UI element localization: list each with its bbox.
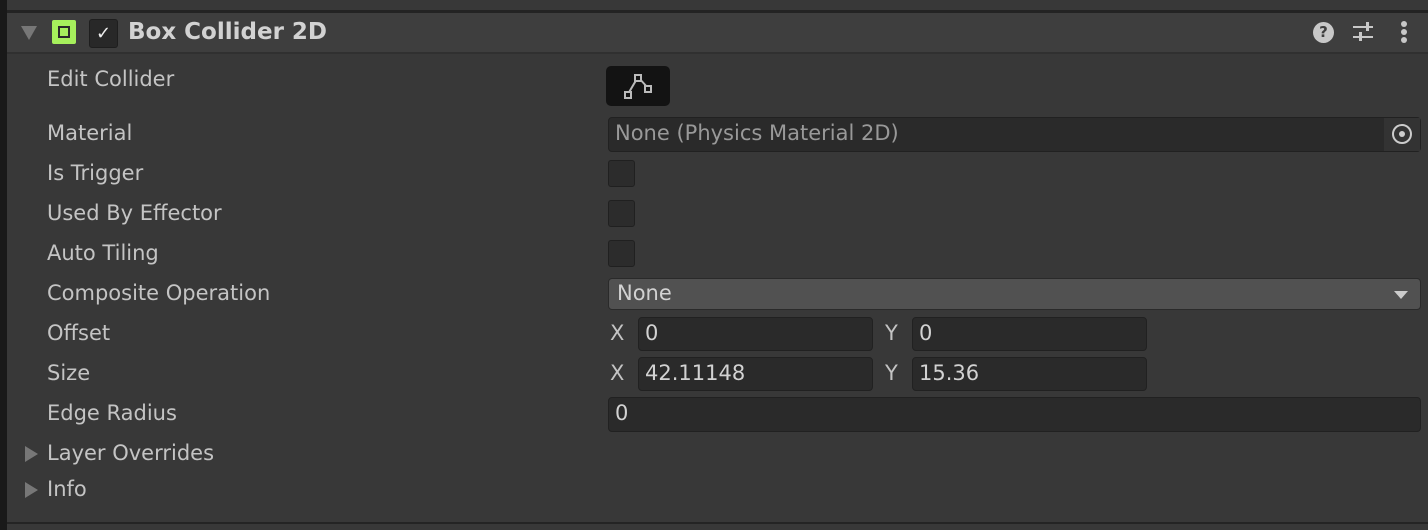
composite-operation-dropdown[interactable]: None (608, 278, 1421, 310)
edit-collider-label: Edit Collider (47, 67, 175, 91)
material-value: None (Physics Material 2D) (615, 121, 899, 145)
foldout-arrow-icon[interactable] (25, 446, 38, 462)
offset-x-input[interactable]: 0 (638, 317, 873, 351)
object-picker-icon[interactable] (1384, 118, 1420, 151)
foldout-arrow-icon[interactable] (25, 482, 38, 498)
help-icon[interactable]: ? (1313, 22, 1334, 43)
is-trigger-checkbox[interactable] (608, 160, 635, 187)
edit-collider-button[interactable] (606, 66, 670, 106)
composite-operation-value: None (617, 281, 672, 305)
info-foldout[interactable]: Info (47, 477, 87, 501)
size-label: Size (47, 361, 91, 385)
left-border (0, 0, 7, 530)
box-collider-icon (52, 20, 76, 44)
offset-y-label: Y (885, 321, 898, 345)
size-y-input[interactable]: 15.36 (912, 357, 1147, 391)
bottom-divider (7, 522, 1428, 530)
auto-tiling-checkbox[interactable] (608, 240, 635, 267)
edit-collider-icon (624, 74, 652, 99)
more-icon[interactable] (1401, 21, 1407, 43)
foldout-arrow-icon[interactable] (21, 26, 37, 40)
offset-y-input[interactable]: 0 (912, 317, 1147, 351)
size-y-label: Y (885, 361, 898, 385)
enabled-checkbox[interactable]: ✓ (89, 19, 118, 48)
auto-tiling-label: Auto Tiling (47, 241, 159, 265)
offset-x-label: X (610, 321, 625, 345)
material-label: Material (47, 121, 133, 145)
layer-overrides-foldout[interactable]: Layer Overrides (47, 441, 214, 465)
material-field[interactable]: None (Physics Material 2D) (608, 117, 1421, 152)
chevron-down-icon (1394, 291, 1408, 299)
used-by-effector-label: Used By Effector (47, 201, 222, 225)
size-x-input[interactable]: 42.11148 (638, 357, 873, 391)
is-trigger-label: Is Trigger (47, 161, 144, 185)
component-header[interactable]: ✓ Box Collider 2D ? (7, 13, 1428, 54)
size-x-label: X (610, 361, 625, 385)
offset-label: Offset (47, 321, 111, 345)
composite-operation-label: Composite Operation (47, 281, 271, 305)
component-title: Box Collider 2D (128, 19, 328, 45)
edge-radius-input[interactable]: 0 (608, 397, 1421, 432)
used-by-effector-checkbox[interactable] (608, 200, 635, 227)
presets-icon[interactable] (1353, 21, 1375, 43)
top-divider (7, 0, 1428, 13)
edge-radius-label: Edge Radius (47, 401, 177, 425)
